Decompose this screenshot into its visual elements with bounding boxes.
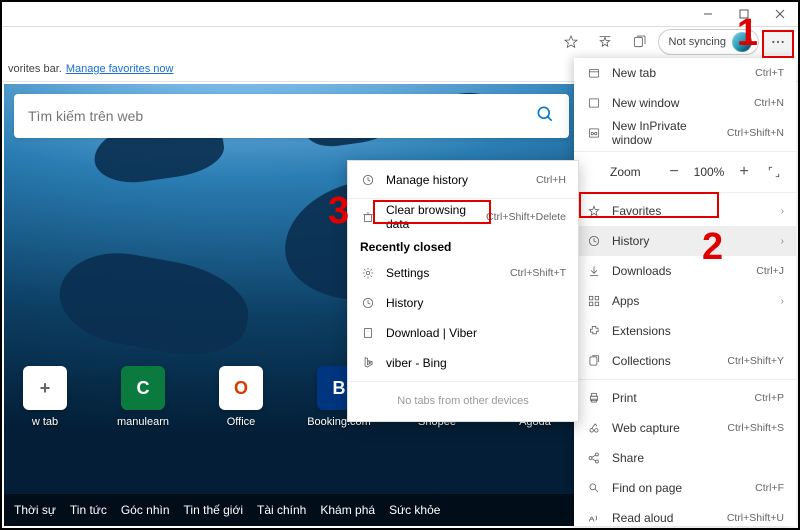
collections-icon[interactable] bbox=[624, 29, 654, 55]
news-tab[interactable]: Tài chính bbox=[257, 503, 306, 517]
recent-item-label: Download | Viber bbox=[386, 326, 566, 340]
menu-favorites[interactable]: Favorites› bbox=[574, 196, 796, 226]
menu-collections[interactable]: CollectionsCtrl+Shift+Y bbox=[574, 346, 796, 376]
news-tab[interactable]: Tin tức bbox=[70, 503, 107, 517]
quicklink-tile[interactable]: Cmanulearn bbox=[108, 366, 178, 428]
ntp-search-box[interactable] bbox=[14, 94, 569, 138]
add-favorite-star-icon[interactable] bbox=[556, 29, 586, 55]
submenu-manage-history[interactable]: Manage historyCtrl+H bbox=[348, 165, 578, 195]
news-tab[interactable]: Khám phá bbox=[320, 503, 375, 517]
gear-icon bbox=[360, 266, 376, 280]
menu-zoom-row: Zoom − 100% + bbox=[574, 155, 796, 189]
menu-new-window[interactable]: New windowCtrl+N bbox=[574, 88, 796, 118]
zoom-label: Zoom bbox=[584, 165, 656, 179]
favbar-text: vorites bar. bbox=[8, 63, 62, 75]
doc-icon bbox=[360, 326, 376, 340]
favorites-hub-icon[interactable] bbox=[590, 29, 620, 55]
search-input[interactable] bbox=[28, 108, 535, 124]
submenu-clear-browsing-data[interactable]: Clear browsing dataCtrl+Shift+Delete bbox=[348, 202, 578, 232]
menu-history[interactable]: History› bbox=[574, 226, 796, 256]
maximize-button[interactable] bbox=[726, 2, 762, 26]
menu-downloads[interactable]: DownloadsCtrl+J bbox=[574, 256, 796, 286]
zoom-value: 100% bbox=[692, 165, 726, 179]
recently-closed-header: Recently closed bbox=[348, 232, 578, 258]
recent-item-shortcut: Ctrl+Shift+T bbox=[510, 267, 566, 279]
settings-and-more-menu: New tabCtrl+T New windowCtrl+N New InPri… bbox=[574, 58, 796, 526]
recent-item[interactable]: Download | Viber bbox=[348, 318, 578, 348]
tile-label: Office bbox=[227, 416, 256, 428]
news-tab[interactable]: Sức khỏe bbox=[389, 503, 440, 517]
menu-new-inprivate[interactable]: New InPrivate windowCtrl+Shift+N bbox=[574, 118, 796, 148]
menu-read-aloud[interactable]: Read aloudCtrl+Shift+U bbox=[574, 503, 796, 526]
search-icon[interactable] bbox=[535, 104, 555, 129]
close-window-button[interactable] bbox=[762, 2, 798, 26]
tile-icon: C bbox=[121, 366, 165, 410]
zoom-out-button[interactable]: − bbox=[662, 160, 686, 184]
tile-icon: O bbox=[219, 366, 263, 410]
menu-find-on-page[interactable]: Find on pageCtrl+F bbox=[574, 473, 796, 503]
recent-item-label: Settings bbox=[386, 266, 500, 280]
fullscreen-button[interactable] bbox=[762, 160, 786, 184]
recent-item-label: viber - Bing bbox=[386, 356, 566, 370]
recent-item[interactable]: viber - Bing bbox=[348, 348, 578, 378]
history-submenu: Manage historyCtrl+H Clear browsing data… bbox=[347, 160, 579, 422]
news-tab[interactable]: Góc nhìn bbox=[121, 503, 170, 517]
profile-sync-chip[interactable]: Not syncing bbox=[658, 29, 759, 55]
bing-icon bbox=[360, 356, 376, 370]
clock-icon bbox=[360, 296, 376, 310]
quicklink-tile[interactable]: O Office bbox=[206, 366, 276, 428]
tile-label: manulearn bbox=[117, 416, 169, 428]
recent-item[interactable]: History bbox=[348, 288, 578, 318]
manage-favorites-link[interactable]: Manage favorites now bbox=[66, 63, 174, 75]
no-tabs-footer: No tabs from other devices bbox=[348, 385, 578, 417]
minimize-button[interactable] bbox=[690, 2, 726, 26]
zoom-in-button[interactable]: + bbox=[732, 160, 756, 184]
menu-web-capture[interactable]: Web captureCtrl+Shift+S bbox=[574, 413, 796, 443]
news-tab[interactable]: Tin thế giới bbox=[184, 503, 243, 517]
tile-icon: + bbox=[23, 366, 67, 410]
menu-extensions[interactable]: Extensions bbox=[574, 316, 796, 346]
menu-print[interactable]: PrintCtrl+P bbox=[574, 383, 796, 413]
menu-new-tab[interactable]: New tabCtrl+T bbox=[574, 58, 796, 88]
recent-item[interactable]: Settings Ctrl+Shift+T bbox=[348, 258, 578, 288]
menu-apps[interactable]: Apps› bbox=[574, 286, 796, 316]
quicklink-tile[interactable]: + w tab bbox=[10, 366, 80, 428]
recent-item-label: History bbox=[386, 296, 566, 310]
tile-label: w tab bbox=[32, 416, 58, 428]
browser-toolbar: Not syncing bbox=[2, 26, 798, 56]
window-titlebar bbox=[2, 2, 798, 26]
sync-status-text: Not syncing bbox=[669, 36, 726, 48]
settings-and-more-button[interactable] bbox=[763, 29, 793, 55]
news-tab[interactable]: Thời sự bbox=[14, 503, 56, 517]
profile-avatar-icon bbox=[732, 32, 752, 52]
menu-share[interactable]: Share bbox=[574, 443, 796, 473]
